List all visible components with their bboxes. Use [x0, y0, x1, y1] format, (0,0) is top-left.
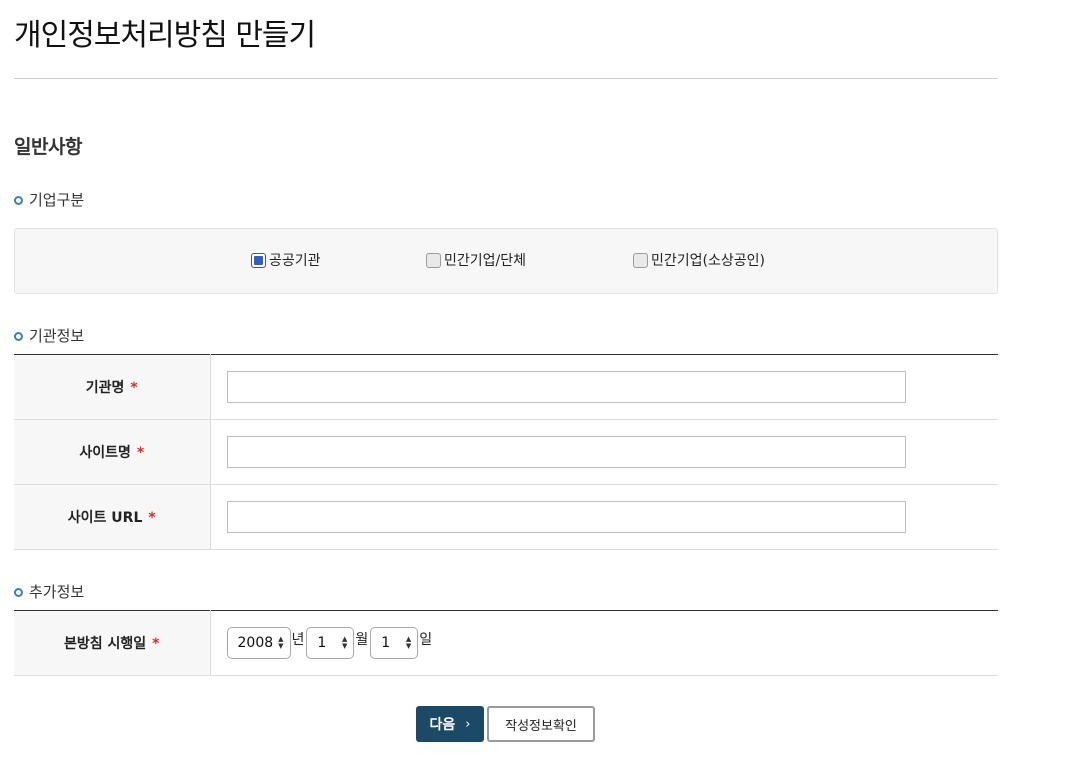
bullet-icon: [14, 332, 23, 341]
org-info-table: 기관명 * 사이트명 * 사이트 URL *: [14, 354, 998, 550]
required-mark: *: [152, 636, 160, 652]
year-unit: 년: [291, 632, 305, 648]
next-button[interactable]: 다음 ›: [416, 706, 484, 742]
option-public-institution[interactable]: 공공기관: [251, 250, 321, 270]
org-info-heading-label: 기관정보: [29, 327, 85, 345]
table-row: 본방침 시행일 * 2008 ▲ ▼ 년 1 ▲ ▼ 월 1 ▲ ▼ 일: [14, 610, 999, 676]
site-url-label: 사이트 URL *: [14, 484, 211, 550]
company-type-heading: 기업구분: [14, 189, 84, 210]
option-private-company[interactable]: 민간기업/단체: [426, 250, 526, 270]
effective-date-label: 본방침 시행일 *: [14, 610, 211, 676]
org-name-input[interactable]: [226, 371, 906, 403]
extra-info-heading-label: 추가정보: [29, 583, 85, 601]
org-name-label: 기관명 *: [14, 354, 211, 420]
stepper-arrows-icon[interactable]: ▲ ▼: [342, 636, 347, 650]
chevron-right-icon: ›: [465, 716, 471, 732]
month-stepper[interactable]: 1 ▲ ▼: [306, 627, 355, 659]
bullet-icon: [14, 588, 23, 597]
page-title: 개인정보처리방침 만들기: [14, 18, 316, 53]
option-small-business[interactable]: 민간기업(소상공인): [633, 250, 765, 270]
table-row: 사이트명 *: [14, 419, 998, 485]
table-row: 사이트 URL *: [14, 484, 998, 550]
extra-info-heading: 추가정보: [14, 581, 84, 602]
company-type-box: 공공기관 민간기업/단체 민간기업(소상공인): [14, 228, 998, 294]
option-label: 민간기업/단체: [444, 253, 526, 269]
year-stepper[interactable]: 2008 ▲ ▼: [226, 627, 291, 659]
checkbox-small-business[interactable]: [633, 252, 648, 268]
site-name-label: 사이트명 *: [14, 419, 211, 485]
title-divider: [14, 78, 998, 79]
company-type-heading-label: 기업구분: [29, 191, 85, 209]
option-label: 민간기업(소상공인): [651, 253, 765, 269]
checkbox-public-institution[interactable]: [251, 252, 266, 268]
option-label: 공공기관: [269, 253, 321, 269]
bullet-icon: [14, 196, 23, 205]
site-url-input[interactable]: [226, 501, 906, 533]
confirm-info-button[interactable]: 작성정보확인: [487, 706, 595, 742]
org-info-heading: 기관정보: [14, 325, 84, 346]
required-mark: *: [136, 445, 145, 461]
required-mark: *: [130, 380, 138, 396]
site-name-input[interactable]: [226, 436, 906, 468]
day-stepper[interactable]: 1 ▲ ▼: [370, 627, 419, 659]
stepper-arrows-icon[interactable]: ▲ ▼: [406, 636, 411, 650]
required-mark: *: [148, 510, 156, 526]
month-value: 1: [317, 635, 327, 651]
year-value: 2008: [237, 635, 274, 651]
section-title: 일반사항: [14, 136, 82, 158]
month-unit: 월: [355, 632, 369, 648]
effective-date-picker: 2008 ▲ ▼ 년 1 ▲ ▼ 월 1 ▲ ▼ 일: [226, 627, 999, 659]
extra-info-table: 본방침 시행일 * 2008 ▲ ▼ 년 1 ▲ ▼ 월 1 ▲ ▼ 일: [14, 610, 998, 676]
day-unit: 일: [419, 632, 433, 648]
privacy-policy-page: 개인정보처리방침 만들기 일반사항 기업구분 공공기관 민간기업/단체 민간기업…: [0, 0, 1088, 766]
table-row: 기관명 *: [14, 354, 998, 420]
next-button-label: 다음: [429, 717, 456, 733]
checkbox-private-company[interactable]: [426, 252, 441, 268]
day-value: 1: [381, 635, 391, 651]
stepper-arrows-icon[interactable]: ▲ ▼: [278, 636, 283, 650]
